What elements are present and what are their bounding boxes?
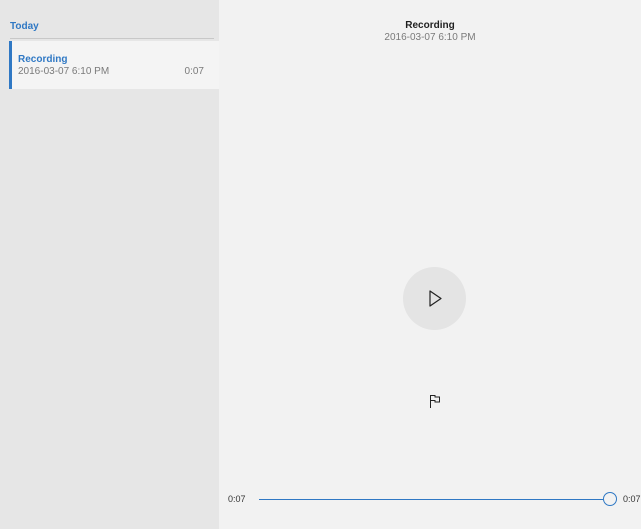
add-marker-button[interactable]: [426, 392, 444, 410]
group-header-today: Today: [10, 21, 39, 32]
recording-item-duration: 0:07: [184, 66, 204, 77]
seek-slider-track[interactable]: [259, 499, 603, 500]
total-time-label: 0:07: [623, 494, 641, 504]
current-time-label: 0:07: [228, 494, 246, 504]
recordings-sidebar: Today Recording 2016-03-07 6:10 PM 0:07: [0, 0, 219, 529]
recording-title: Recording: [405, 20, 455, 31]
voice-recorder-app: Today Recording 2016-03-07 6:10 PM 0:07 …: [0, 0, 641, 529]
seek-slider-thumb[interactable]: [603, 492, 617, 506]
recording-date: 2016-03-07 6:10 PM: [384, 32, 476, 43]
play-icon: [429, 290, 442, 307]
selected-indicator: [9, 41, 12, 89]
recording-item-title: Recording: [18, 54, 68, 65]
group-divider: [10, 38, 214, 39]
recording-item-date: 2016-03-07 6:10 PM: [18, 66, 110, 77]
recording-list-item[interactable]: Recording 2016-03-07 6:10 PM 0:07: [9, 41, 219, 89]
flag-icon: [430, 395, 440, 408]
play-button[interactable]: [403, 267, 466, 330]
